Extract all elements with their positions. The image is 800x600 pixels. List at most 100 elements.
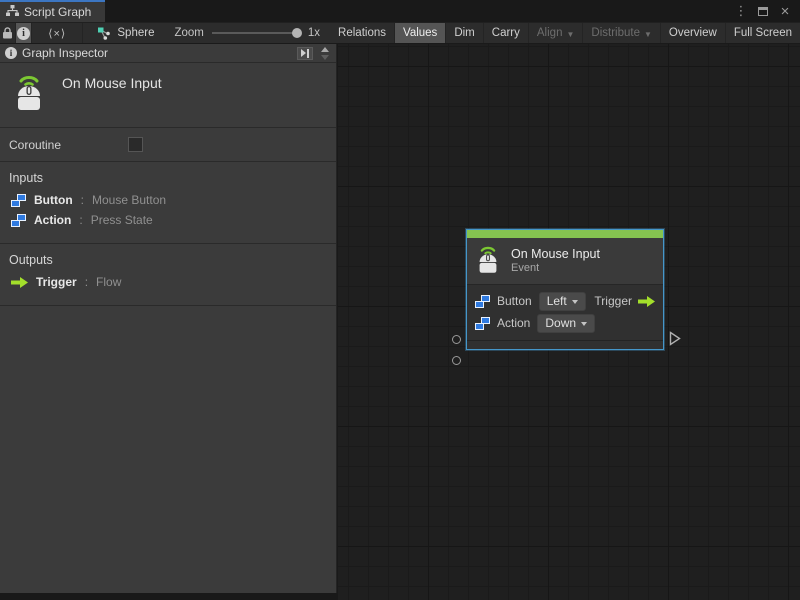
panel-scroll-arrows — [318, 47, 332, 60]
inputs-header: Inputs — [9, 171, 327, 185]
port-type: Press State — [91, 213, 153, 227]
chevron-down-icon — [572, 300, 578, 304]
relations-button[interactable]: Relations — [330, 23, 395, 43]
separator: : — [85, 275, 88, 289]
distribute-label: Distribute — [591, 27, 640, 39]
action-port-label: Action — [497, 316, 530, 330]
coroutine-setting: Coroutine — [0, 128, 336, 162]
window-controls: ⋮ × — [732, 0, 800, 22]
lock-button[interactable] — [0, 23, 16, 43]
output-port-row: Trigger : Flow — [11, 275, 327, 289]
inspected-node-summary: On Mouse Input — [0, 63, 336, 128]
overview-label: Overview — [669, 27, 717, 39]
chevron-down-icon — [581, 322, 587, 326]
chevron-down-icon: ▼ — [644, 30, 652, 39]
inspector-toggle-button[interactable]: i — [16, 23, 32, 43]
node-title: On Mouse Input — [511, 247, 600, 261]
action-input-port[interactable] — [452, 356, 461, 365]
scroll-up-icon[interactable] — [321, 47, 329, 52]
node-header[interactable]: On Mouse Input Event — [467, 238, 663, 284]
trigger-output-port[interactable] — [669, 331, 681, 346]
zoom-slider-handle[interactable] — [292, 28, 302, 38]
action-port-row: Action Down — [475, 312, 655, 334]
trigger-port-label: Trigger — [594, 294, 632, 308]
maximize-icon[interactable] — [754, 2, 772, 20]
port-type: Flow — [96, 275, 121, 289]
menu-dots-icon[interactable]: ⋮ — [732, 2, 750, 20]
port-type: Mouse Button — [92, 193, 166, 207]
value-port-icon — [11, 194, 26, 207]
node-footer — [467, 340, 663, 349]
separator: : — [81, 193, 84, 207]
action-value-dropdown[interactable]: Down — [537, 314, 595, 333]
separator: : — [79, 213, 82, 227]
script-graph-asset-icon — [97, 27, 111, 40]
coroutine-checkbox[interactable] — [128, 137, 143, 152]
fullscreen-button[interactable]: Full Screen — [726, 23, 800, 43]
graph-owner[interactable]: Sphere — [83, 23, 164, 43]
code-brackets-icon: ⟨×⟩ — [48, 27, 66, 40]
coroutine-label: Coroutine — [9, 138, 128, 152]
trigger-flow-arrow-icon[interactable] — [638, 296, 655, 307]
close-icon[interactable]: × — [776, 2, 794, 20]
zoom-slider[interactable] — [212, 32, 300, 34]
inspected-node-title: On Mouse Input — [62, 75, 162, 91]
port-name: Action — [34, 213, 71, 227]
port-name: Button — [34, 193, 73, 207]
value-port-icon — [475, 295, 490, 308]
node-accent-bar — [467, 230, 663, 238]
dim-label: Dim — [454, 27, 474, 39]
dim-button[interactable]: Dim — [446, 23, 483, 43]
input-port-row: Action : Press State — [11, 213, 327, 227]
graph-toolbar: i ⟨×⟩ Sphere Zoom 1x Relations Values Di… — [0, 22, 800, 44]
button-port-label: Button — [497, 294, 532, 308]
lock-icon — [2, 27, 13, 39]
chevron-down-icon: ▼ — [566, 30, 574, 39]
inputs-section: Inputs Button : Mouse Button Action : Pr… — [0, 162, 336, 244]
carry-button[interactable]: Carry — [484, 23, 529, 43]
value-port-icon — [11, 214, 26, 227]
node-body: Button Left Trigger Action Down — [467, 284, 663, 340]
scroll-down-icon[interactable] — [321, 55, 329, 60]
on-mouse-input-icon — [12, 72, 46, 115]
tab-script-graph[interactable]: Script Graph — [0, 0, 105, 22]
distribute-button[interactable]: Distribute ▼ — [583, 23, 661, 43]
title-tab-bar: Script Graph ⋮ × — [0, 0, 800, 22]
relations-label: Relations — [338, 27, 386, 39]
node-subtitle: Event — [511, 262, 600, 274]
value-port-icon — [475, 317, 490, 330]
zoom-value: 1x — [308, 27, 320, 39]
toolbar-buttons: Relations Values Dim Carry Align ▼ Distr… — [330, 23, 800, 43]
port-name: Trigger — [36, 275, 77, 289]
graph-inspector-panel: i Graph Inspector On Mouse Input Corouti… — [0, 44, 337, 593]
tab-label: Script Graph — [24, 5, 91, 19]
input-port-row: Button : Mouse Button — [11, 193, 327, 207]
on-mouse-input-node[interactable]: On Mouse Input Event Button Left Trigger — [466, 229, 664, 350]
values-button[interactable]: Values — [395, 23, 446, 43]
outputs-section: Outputs Trigger : Flow — [0, 244, 336, 306]
graph-canvas[interactable]: On Mouse Input Event Button Left Trigger — [338, 44, 800, 600]
zoom-label: Zoom — [174, 27, 203, 39]
button-value-dropdown[interactable]: Left — [539, 292, 586, 311]
inspector-title: Graph Inspector — [22, 46, 292, 60]
button-port-row: Button Left Trigger — [475, 290, 655, 312]
action-value: Down — [545, 316, 576, 330]
zoom-control: Zoom 1x — [164, 23, 330, 43]
inspector-header: i Graph Inspector — [0, 44, 336, 63]
fullscreen-label: Full Screen — [734, 27, 792, 39]
dock-panel-icon[interactable] — [297, 47, 314, 60]
carry-label: Carry — [492, 27, 520, 39]
flow-arrow-icon — [11, 277, 28, 288]
info-icon: i — [17, 27, 30, 40]
graph-hierarchy-icon — [6, 5, 19, 20]
values-label: Values — [403, 27, 437, 39]
button-input-port[interactable] — [452, 335, 461, 344]
outputs-header: Outputs — [9, 253, 327, 267]
edit-script-button[interactable]: ⟨×⟩ — [32, 23, 83, 43]
on-mouse-input-icon — [475, 243, 501, 278]
align-label: Align — [537, 27, 563, 39]
align-button[interactable]: Align ▼ — [529, 23, 584, 43]
graph-owner-label: Sphere — [117, 27, 154, 39]
overview-button[interactable]: Overview — [661, 23, 726, 43]
info-icon: i — [5, 47, 17, 59]
